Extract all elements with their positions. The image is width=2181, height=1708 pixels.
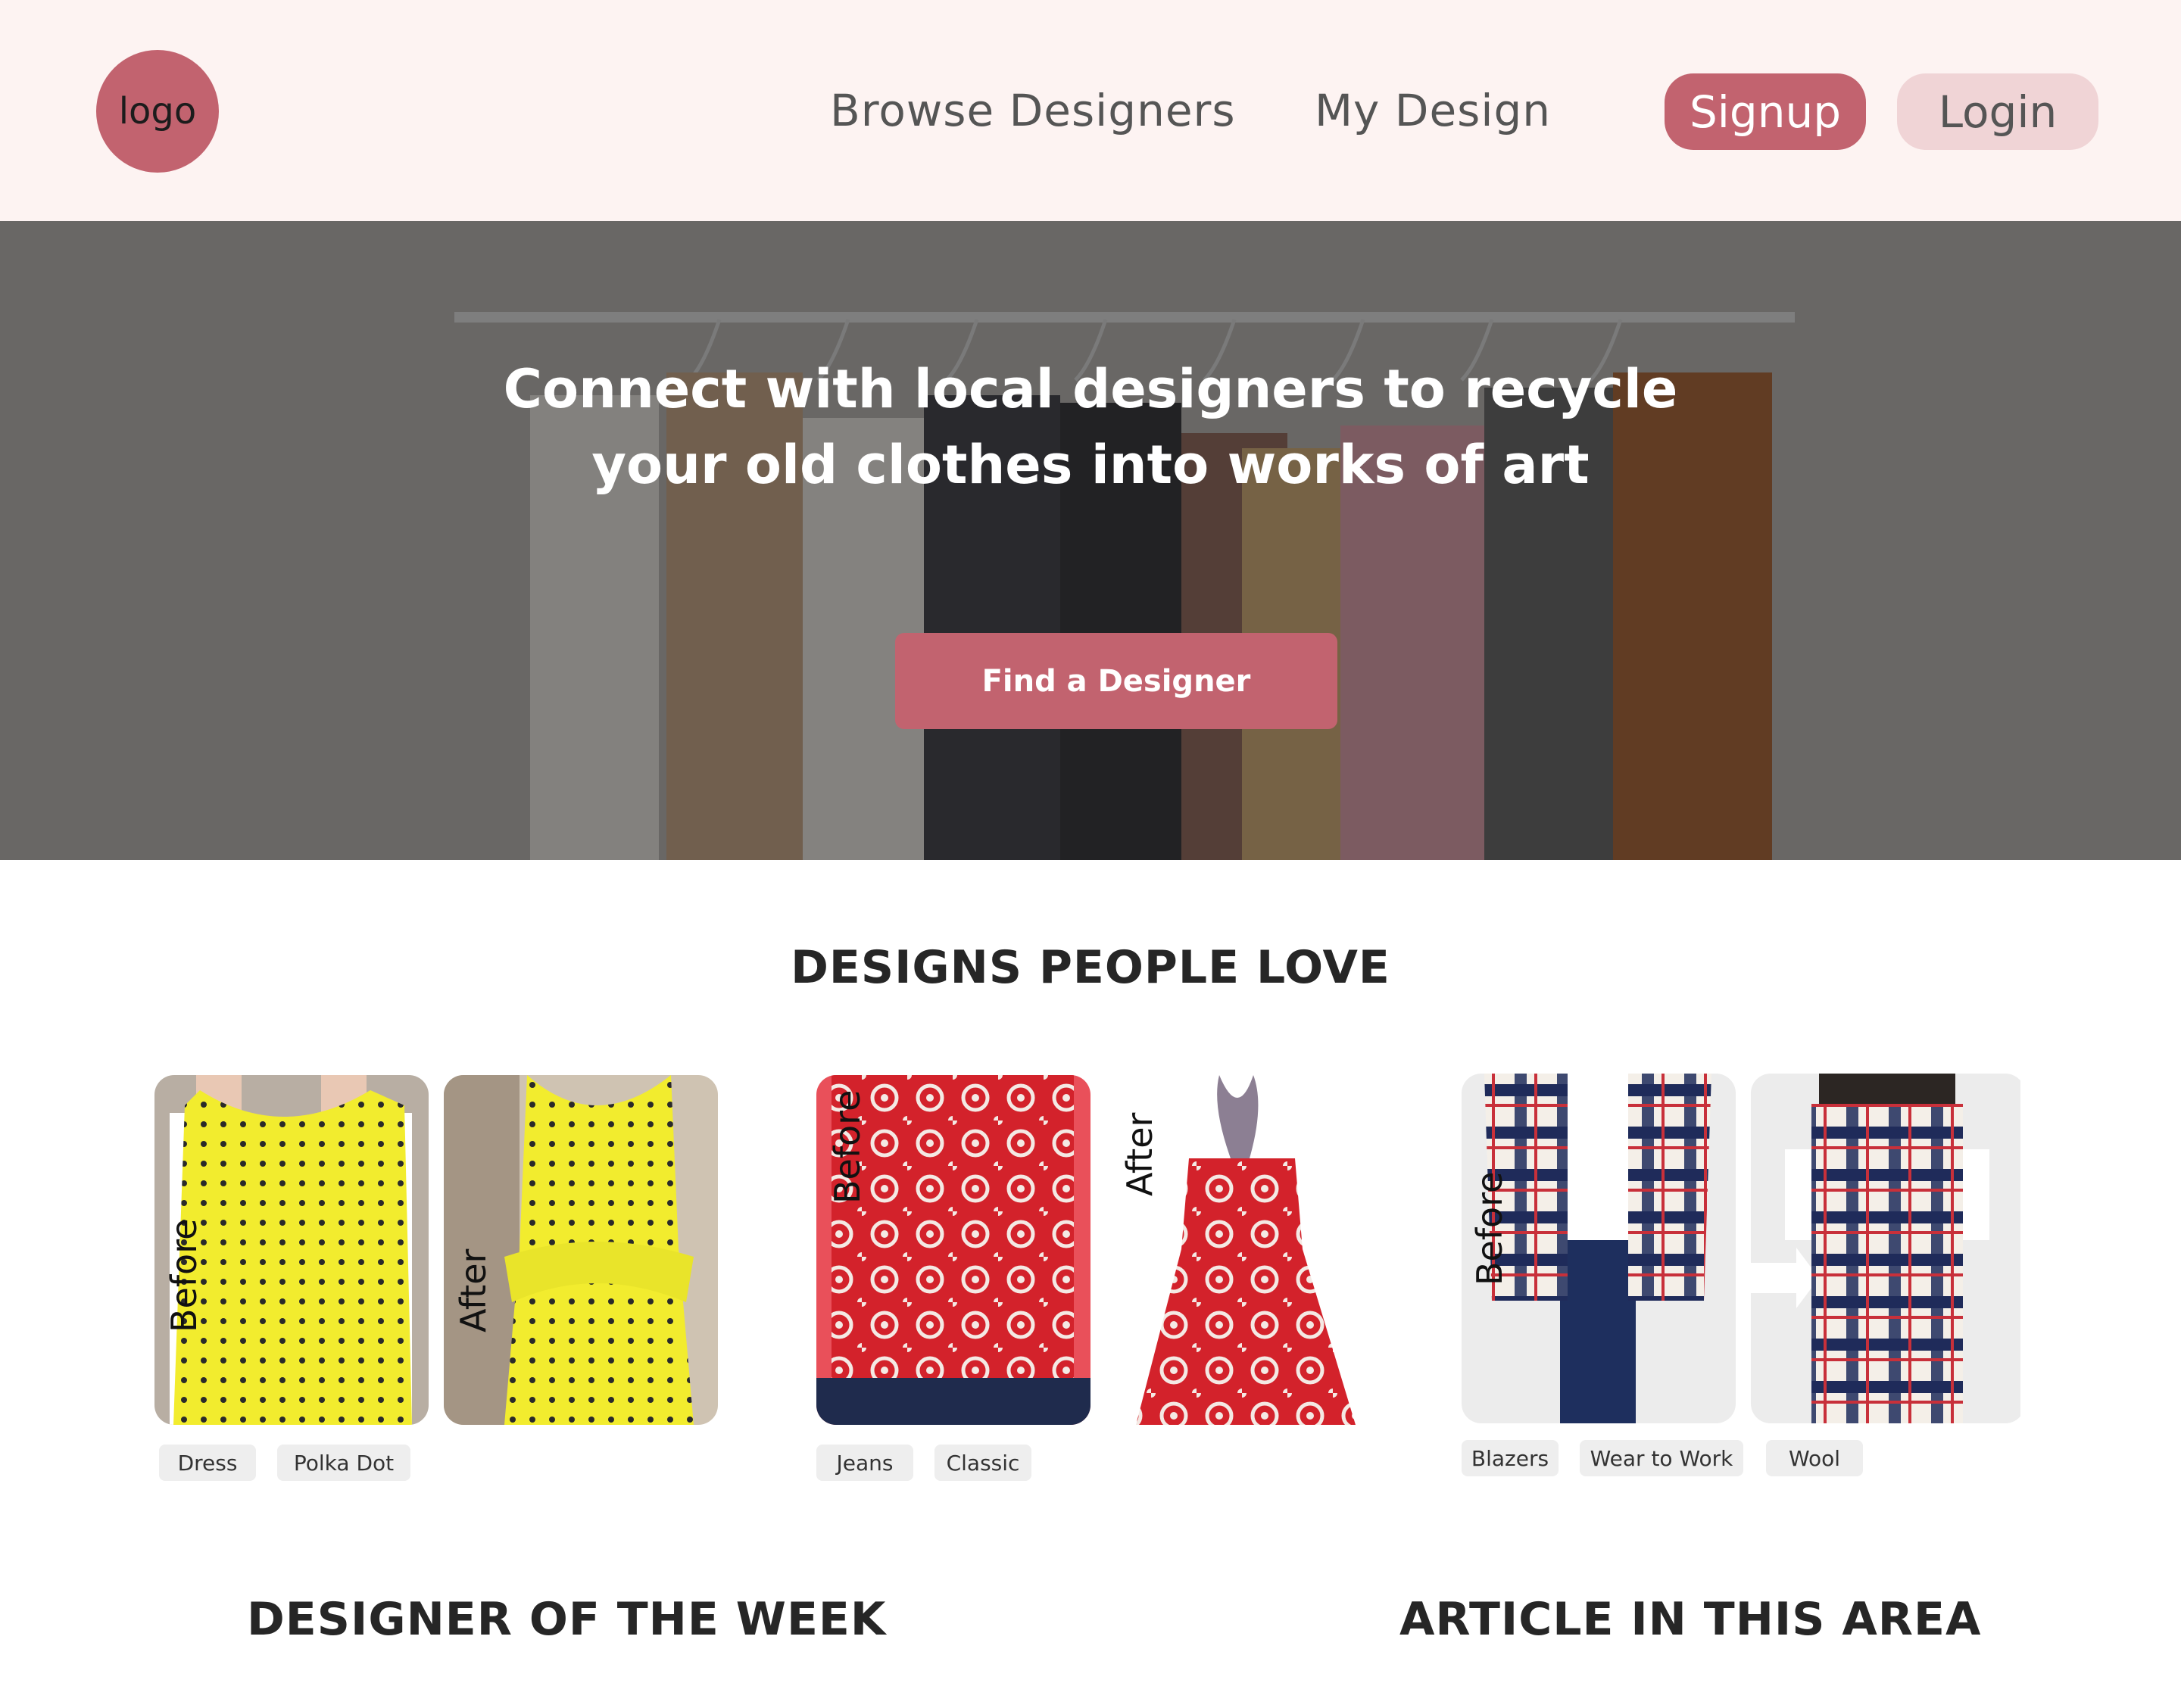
nav-my-design[interactable]: My Design <box>1315 79 1551 142</box>
nav-browse-designers[interactable]: Browse Designers <box>830 79 1236 142</box>
tag-blazers[interactable]: Blazers <box>1462 1440 1559 1476</box>
tag-label: Wool <box>1788 1445 1841 1471</box>
tag-label: Jeans <box>836 1450 894 1476</box>
design-card-3-after-image[interactable] <box>1751 1074 2025 1423</box>
after-label: After <box>1119 1112 1160 1196</box>
designs-section-title: DESIGNS PEOPLE LOVE <box>791 941 1390 994</box>
article-section-title: ARTICLE IN THIS AREA <box>1399 1593 1982 1646</box>
tag-wool[interactable]: Wool <box>1766 1440 1863 1476</box>
hero-headline-line1: Connect with local designers to recycle <box>503 358 1678 420</box>
before-label: Before <box>827 1089 868 1204</box>
hero-headline-line2: your old clothes into works of art <box>591 434 1590 496</box>
design-card-2-after-image[interactable]: After <box>1106 1075 1380 1425</box>
designer-of-week-title: DESIGNER OF THE WEEK <box>247 1593 887 1646</box>
design-card-2-before-image[interactable]: Before <box>816 1075 1090 1425</box>
tag-label: Classic <box>946 1450 1020 1476</box>
tag-label: Blazers <box>1471 1445 1549 1471</box>
find-designer-button[interactable]: Find a Designer <box>895 633 1337 729</box>
tag-classic[interactable]: Classic <box>934 1445 1031 1481</box>
tag-dress[interactable]: Dress <box>159 1445 256 1481</box>
design-card-1-after-image[interactable]: After <box>444 1075 718 1425</box>
hero-dim-overlay <box>0 221 2181 860</box>
find-designer-label: Find a Designer <box>981 663 1251 699</box>
before-label: Before <box>1469 1171 1510 1286</box>
tag-label: Dress <box>177 1450 238 1476</box>
top-nav-bar: logo Browse Designers My Design Signup L… <box>0 0 2181 221</box>
design-card-3-before-image[interactable]: Before <box>1462 1074 1736 1423</box>
login-button[interactable]: Login <box>1897 73 2098 150</box>
logo[interactable]: logo <box>96 50 219 173</box>
signup-label: Signup <box>1689 86 1842 138</box>
design-card-1-before-image[interactable]: Before <box>154 1075 429 1425</box>
signup-button[interactable]: Signup <box>1665 73 1866 150</box>
tag-polka-dot[interactable]: Polka Dot <box>277 1445 410 1481</box>
plaid-pinafore-illustration <box>1751 1074 2020 1423</box>
login-label: Login <box>1938 86 2058 138</box>
tag-label: Wear to Work <box>1590 1445 1733 1471</box>
tag-jeans[interactable]: Jeans <box>816 1445 913 1481</box>
tag-wear-to-work[interactable]: Wear to Work <box>1580 1440 1743 1476</box>
after-label: After <box>453 1248 494 1332</box>
tag-label: Polka Dot <box>293 1450 395 1476</box>
before-label: Before <box>164 1218 204 1332</box>
hero-banner: Connect with local designers to recycle … <box>0 221 2181 860</box>
hero-headline: Connect with local designers to recycle … <box>485 351 1696 503</box>
logo-text: logo <box>118 90 197 132</box>
